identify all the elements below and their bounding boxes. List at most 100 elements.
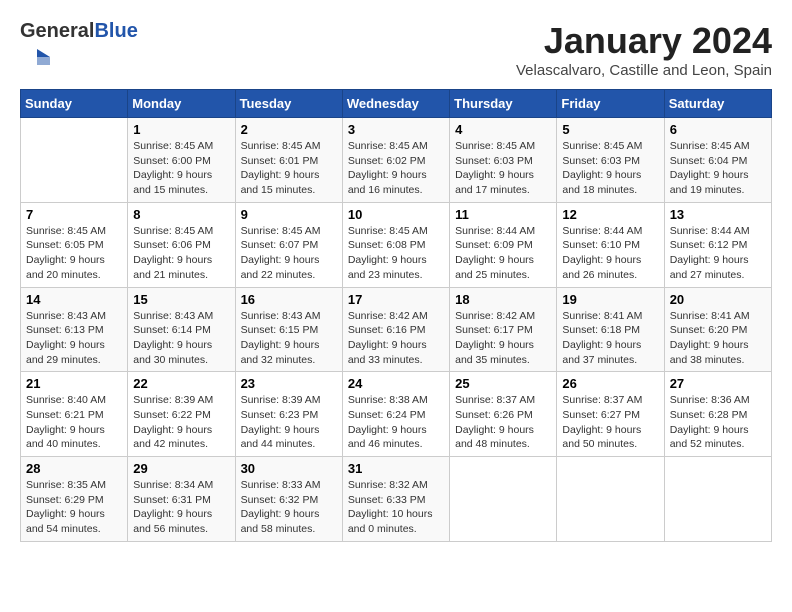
- cell-content: Sunrise: 8:43 AMSunset: 6:13 PMDaylight:…: [26, 310, 106, 366]
- day-number: 31: [348, 461, 444, 476]
- day-number: 10: [348, 207, 444, 222]
- calendar-cell: 22Sunrise: 8:39 AMSunset: 6:22 PMDayligh…: [128, 372, 235, 457]
- column-header-wednesday: Wednesday: [342, 90, 449, 118]
- cell-content: Sunrise: 8:35 AMSunset: 6:29 PMDaylight:…: [26, 479, 106, 535]
- calendar-cell: 9Sunrise: 8:45 AMSunset: 6:07 PMDaylight…: [235, 202, 342, 287]
- calendar-cell: 10 Sunrise: 8:45 AMSunset: 6:08 PMDayligh…: [342, 202, 449, 287]
- day-number: 24: [348, 376, 444, 391]
- column-header-tuesday: Tuesday: [235, 90, 342, 118]
- calendar-cell: 3 Sunrise: 8:45 AMSunset: 6:02 PMDaylight…: [342, 118, 449, 203]
- calendar-cell: 5 Sunrise: 8:45 AMSunset: 6:03 PMDaylight…: [557, 118, 664, 203]
- cell-content: Sunrise: 8:44 AMSunset: 6:12 PMDaylight:…: [670, 225, 750, 281]
- calendar-cell: 30 Sunrise: 8:33 AMSunset: 6:32 PMDayligh…: [235, 457, 342, 542]
- cell-content: Sunrise: 8:45 AMSunset: 6:02 PMDaylight:…: [348, 140, 428, 196]
- cell-content: Sunrise: 8:45 AMSunset: 6:05 PMDaylight:…: [26, 225, 106, 281]
- cell-content: Sunrise: 8:39 AMSunset: 6:22 PMDaylight:…: [133, 394, 213, 450]
- calendar-cell: 13 Sunrise: 8:44 AMSunset: 6:12 PMDayligh…: [664, 202, 771, 287]
- column-header-monday: Monday: [128, 90, 235, 118]
- day-number: 14: [26, 292, 122, 307]
- day-number: 26: [562, 376, 658, 391]
- day-number: 1: [133, 122, 229, 137]
- cell-content: Sunrise: 8:43 AMSunset: 6:15 PMDaylight:…: [241, 310, 321, 366]
- calendar-cell: 19 Sunrise: 8:41 AMSunset: 6:18 PMDayligh…: [557, 287, 664, 372]
- title-block: January 2024 Velascalvaro, Castille and …: [516, 20, 772, 79]
- day-number: 21: [26, 376, 122, 391]
- calendar-cell: [450, 457, 557, 542]
- cell-content: Sunrise: 8:44 AMSunset: 6:09 PMDaylight:…: [455, 225, 535, 281]
- calendar-header-row: SundayMondayTuesdayWednesdayThursdayFrid…: [21, 90, 772, 118]
- cell-content: Sunrise: 8:36 AMSunset: 6:28 PMDaylight:…: [670, 394, 750, 450]
- calendar-week-2: 7 Sunrise: 8:45 AMSunset: 6:05 PMDaylight…: [21, 202, 772, 287]
- calendar-cell: 12 Sunrise: 8:44 AMSunset: 6:10 PMDayligh…: [557, 202, 664, 287]
- cell-content: Sunrise: 8:41 AMSunset: 6:20 PMDaylight:…: [670, 310, 750, 366]
- calendar-cell: 16 Sunrise: 8:43 AMSunset: 6:15 PMDayligh…: [235, 287, 342, 372]
- calendar-body: 1Sunrise: 8:45 AMSunset: 6:00 PMDaylight…: [21, 118, 772, 542]
- cell-content: Sunrise: 8:42 AMSunset: 6:17 PMDaylight:…: [455, 310, 535, 366]
- calendar-cell: 7 Sunrise: 8:45 AMSunset: 6:05 PMDaylight…: [21, 202, 128, 287]
- cell-content: Sunrise: 8:34 AMSunset: 6:31 PMDaylight:…: [133, 479, 213, 535]
- day-number: 5: [562, 122, 658, 137]
- day-number: 2: [241, 122, 337, 137]
- calendar-cell: 25 Sunrise: 8:37 AMSunset: 6:26 PMDayligh…: [450, 372, 557, 457]
- cell-content: Sunrise: 8:37 AMSunset: 6:27 PMDaylight:…: [562, 394, 642, 450]
- cell-content: Sunrise: 8:45 AMSunset: 6:07 PMDaylight:…: [241, 225, 321, 281]
- day-number: 18: [455, 292, 551, 307]
- cell-content: Sunrise: 8:43 AMSunset: 6:14 PMDaylight:…: [133, 310, 213, 366]
- calendar-cell: 26 Sunrise: 8:37 AMSunset: 6:27 PMDayligh…: [557, 372, 664, 457]
- calendar-cell: 28 Sunrise: 8:35 AMSunset: 6:29 PMDayligh…: [21, 457, 128, 542]
- calendar-cell: 20 Sunrise: 8:41 AMSunset: 6:20 PMDayligh…: [664, 287, 771, 372]
- day-number: 23: [241, 376, 337, 391]
- day-number: 13: [670, 207, 766, 222]
- day-number: 3: [348, 122, 444, 137]
- calendar-cell: 23 Sunrise: 8:39 AMSunset: 6:23 PMDayligh…: [235, 372, 342, 457]
- calendar-cell: 8Sunrise: 8:45 AMSunset: 6:06 PMDaylight…: [128, 202, 235, 287]
- column-header-saturday: Saturday: [664, 90, 771, 118]
- logo-blue-text: Blue: [94, 20, 137, 42]
- day-number: 29: [133, 461, 229, 476]
- cell-content: Sunrise: 8:38 AMSunset: 6:24 PMDaylight:…: [348, 394, 428, 450]
- day-number: 7: [26, 207, 122, 222]
- cell-content: Sunrise: 8:39 AMSunset: 6:23 PMDaylight:…: [241, 394, 321, 450]
- logo-general-text: General: [20, 20, 94, 42]
- page-header: GeneralBlue January 2024 Velascalvaro, C…: [20, 20, 772, 79]
- day-number: 25: [455, 376, 551, 391]
- cell-content: Sunrise: 8:32 AMSunset: 6:33 PMDaylight:…: [348, 479, 433, 535]
- calendar-week-5: 28 Sunrise: 8:35 AMSunset: 6:29 PMDayligh…: [21, 457, 772, 542]
- column-header-sunday: Sunday: [21, 90, 128, 118]
- column-header-friday: Friday: [557, 90, 664, 118]
- calendar-cell: 31 Sunrise: 8:32 AMSunset: 6:33 PMDayligh…: [342, 457, 449, 542]
- day-number: 6: [670, 122, 766, 137]
- cell-content: Sunrise: 8:40 AMSunset: 6:21 PMDaylight:…: [26, 394, 106, 450]
- calendar-week-3: 14 Sunrise: 8:43 AMSunset: 6:13 PMDayligh…: [21, 287, 772, 372]
- day-number: 30: [241, 461, 337, 476]
- location: Velascalvaro, Castille and Leon, Spain: [516, 62, 772, 79]
- day-number: 28: [26, 461, 122, 476]
- calendar-cell: 29 Sunrise: 8:34 AMSunset: 6:31 PMDayligh…: [128, 457, 235, 542]
- calendar-cell: 27 Sunrise: 8:36 AMSunset: 6:28 PMDayligh…: [664, 372, 771, 457]
- calendar-cell: 1Sunrise: 8:45 AMSunset: 6:00 PMDaylight…: [128, 118, 235, 203]
- logo: GeneralBlue: [20, 20, 138, 77]
- cell-content: Sunrise: 8:44 AMSunset: 6:10 PMDaylight:…: [562, 225, 642, 281]
- cell-content: Sunrise: 8:45 AMSunset: 6:03 PMDaylight:…: [562, 140, 642, 196]
- calendar-cell: [557, 457, 664, 542]
- cell-content: Sunrise: 8:33 AMSunset: 6:32 PMDaylight:…: [241, 479, 321, 535]
- calendar-cell: 24 Sunrise: 8:38 AMSunset: 6:24 PMDayligh…: [342, 372, 449, 457]
- day-number: 12: [562, 207, 658, 222]
- day-number: 4: [455, 122, 551, 137]
- calendar-cell: 4Sunrise: 8:45 AMSunset: 6:03 PMDaylight…: [450, 118, 557, 203]
- day-number: 19: [562, 292, 658, 307]
- day-number: 27: [670, 376, 766, 391]
- calendar-cell: 14 Sunrise: 8:43 AMSunset: 6:13 PMDayligh…: [21, 287, 128, 372]
- calendar-cell: [664, 457, 771, 542]
- day-number: 20: [670, 292, 766, 307]
- calendar-cell: 18 Sunrise: 8:42 AMSunset: 6:17 PMDayligh…: [450, 287, 557, 372]
- cell-content: Sunrise: 8:37 AMSunset: 6:26 PMDaylight:…: [455, 394, 535, 450]
- day-number: 16: [241, 292, 337, 307]
- cell-content: Sunrise: 8:45 AMSunset: 6:08 PMDaylight:…: [348, 225, 428, 281]
- month-title: January 2024: [516, 20, 772, 62]
- calendar-cell: 11 Sunrise: 8:44 AMSunset: 6:09 PMDayligh…: [450, 202, 557, 287]
- cell-content: Sunrise: 8:41 AMSunset: 6:18 PMDaylight:…: [562, 310, 642, 366]
- calendar-cell: 2Sunrise: 8:45 AMSunset: 6:01 PMDaylight…: [235, 118, 342, 203]
- day-number: 11: [455, 207, 551, 222]
- logo-icon: [22, 42, 52, 72]
